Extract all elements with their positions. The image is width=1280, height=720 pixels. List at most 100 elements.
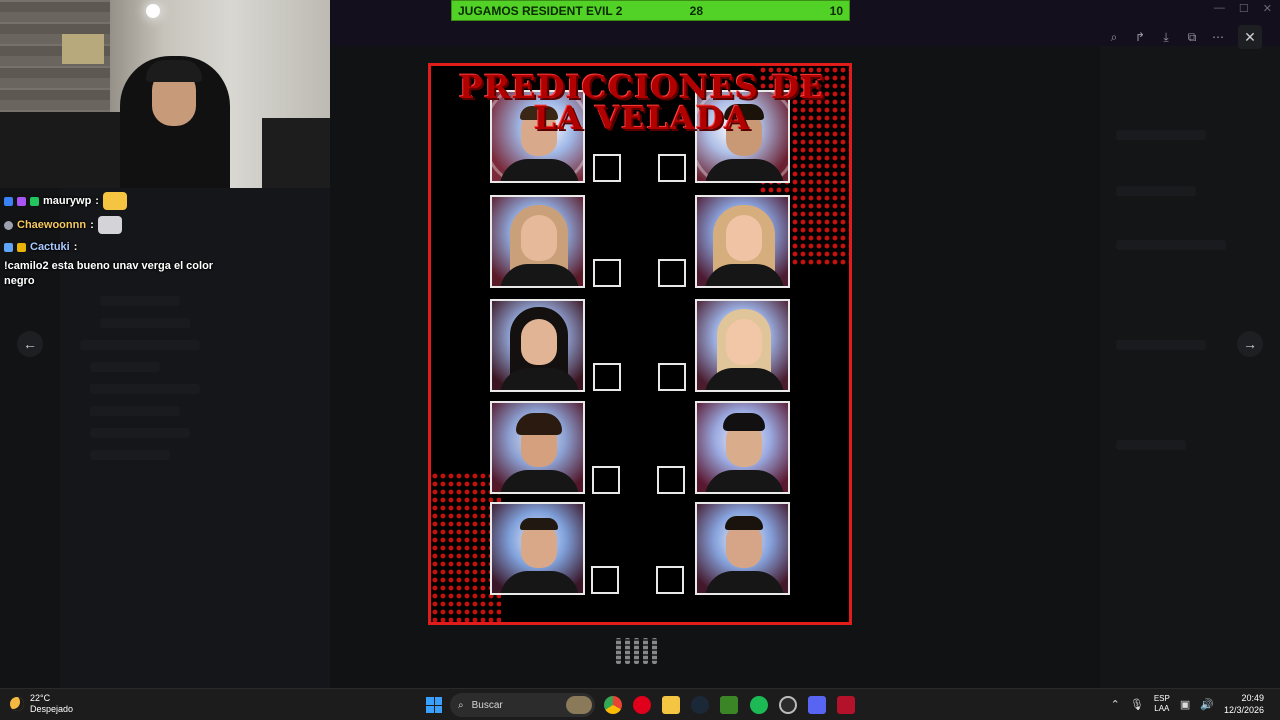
prediction-checkbox[interactable]: [592, 466, 620, 494]
windows-start-icon[interactable]: [426, 697, 442, 713]
background-row: [1116, 440, 1186, 450]
chat-separator: :: [73, 241, 78, 253]
prediction-checkbox[interactable]: [593, 363, 621, 391]
background-row: [100, 318, 190, 328]
window-controls: — ☐ ✕: [1214, 2, 1272, 15]
prediction-checkbox[interactable]: [593, 154, 621, 182]
prediction-checkbox[interactable]: [658, 363, 686, 391]
window-close-icon[interactable]: ✕: [1263, 2, 1272, 15]
chat-message: maurywp :: [4, 192, 324, 210]
prediction-checkbox[interactable]: [656, 566, 684, 594]
chat-message: Cactuki : !camilo2 esta bueno unav verga…: [4, 240, 219, 289]
opera-icon[interactable]: [633, 696, 651, 714]
clock-date: 12/3/2026: [1223, 705, 1264, 715]
emote-icon: [97, 216, 122, 234]
webcam-bed: [0, 112, 120, 188]
discord-icon[interactable]: [808, 696, 826, 714]
fighter-portrait: [490, 401, 585, 494]
chrome-icon[interactable]: [604, 696, 622, 714]
chat-text: !camilo2 esta bueno unav verga el color …: [4, 260, 214, 287]
widget-icon[interactable]: [566, 696, 592, 714]
thumbnail-strip[interactable]: [616, 638, 657, 664]
voicemeeter-icon[interactable]: [837, 696, 855, 714]
prediction-checkbox[interactable]: [658, 259, 686, 287]
close-viewer-button[interactable]: ✕: [1238, 25, 1262, 49]
search-placeholder: Buscar: [471, 699, 503, 711]
fighter-portrait: [490, 502, 585, 595]
badge-icon: [4, 220, 13, 230]
next-image-button[interactable]: →: [1237, 331, 1263, 357]
zoom-icon[interactable]: ⌕: [1104, 27, 1124, 47]
fighter-portrait: [695, 401, 790, 494]
background-row: [80, 340, 200, 350]
background-row: [1116, 186, 1196, 196]
card-title: PREDICCIONES DE LA VELADA: [458, 68, 826, 137]
background-row: [1116, 130, 1206, 140]
chat-username: Chaewoonnn: [17, 219, 87, 231]
clock[interactable]: 20:49 12/3/2026: [1224, 692, 1264, 716]
background-row: [100, 296, 180, 306]
webcam-streamer-cap: [146, 60, 202, 82]
banner-value-b: 10: [829, 3, 843, 18]
webcam-lamp: [146, 4, 160, 18]
background-row: [90, 428, 190, 438]
maximize-icon[interactable]: ☐: [1239, 2, 1249, 15]
previous-image-button[interactable]: ←: [17, 331, 43, 357]
moon-icon: [10, 697, 24, 711]
clock-time: 20:49: [1241, 693, 1264, 703]
forward-icon[interactable]: ↱: [1130, 27, 1150, 47]
prediction-checkbox[interactable]: [658, 154, 686, 182]
badge-icon: [4, 243, 13, 252]
background-row: [90, 384, 200, 394]
badge-icon: [4, 196, 13, 206]
app-icon[interactable]: [779, 696, 797, 714]
download-icon[interactable]: ⤓: [1156, 27, 1176, 47]
fighter-portrait: [695, 299, 790, 392]
fighter-portrait: [490, 299, 585, 392]
chat-separator: :: [90, 219, 94, 231]
language-indicator[interactable]: ESP LAA: [1154, 694, 1170, 714]
weather-desc: Despejado: [30, 704, 74, 714]
taskbar: 22°C Despejado ⌕ Buscar ⌃ 🎙 ESP LAA ▣ 🔊 …: [0, 688, 1280, 720]
spotify-icon[interactable]: [750, 696, 768, 714]
system-tray: ⌃ 🎙 ESP LAA ▣ 🔊 20:49 12/3/2026: [1111, 692, 1264, 716]
fighter-portrait: [490, 195, 585, 288]
weather-temp: 22°C: [30, 693, 51, 703]
weather-widget[interactable]: 22°C Despejado: [10, 693, 73, 715]
steam-icon[interactable]: [691, 696, 709, 714]
viewer-toolbar: ⌕ ↱ ⤓ ⧉ ⋯: [1104, 27, 1228, 47]
banner-title: JUGAMOS RESIDENT EVIL 2: [458, 3, 623, 18]
chevron-up-icon[interactable]: ⌃: [1111, 698, 1120, 711]
webcam-monitor: [262, 118, 330, 188]
banner-value-a: 28: [689, 3, 703, 18]
fighter-portrait: [695, 502, 790, 595]
emote-icon: [102, 192, 127, 210]
minimize-icon[interactable]: —: [1214, 2, 1225, 15]
prediction-card: PREDICCIONES DE LA VELADA: [428, 63, 852, 625]
open-external-icon[interactable]: ⧉: [1182, 27, 1202, 47]
badge-icon: [17, 196, 26, 206]
background-row: [1116, 340, 1206, 350]
network-icon[interactable]: ▣: [1180, 698, 1190, 711]
folder-icon[interactable]: [662, 696, 680, 714]
microphone-icon[interactable]: 🎙: [1130, 698, 1144, 711]
chat-overlay: maurywp : Chaewoonnn : Cactuki : !camilo…: [4, 192, 324, 295]
language-code: ESP: [1153, 694, 1170, 703]
chat-separator: :: [95, 195, 99, 207]
prediction-checkbox[interactable]: [593, 259, 621, 287]
prediction-checkbox[interactable]: [591, 566, 619, 594]
badge-icon: [30, 196, 39, 206]
prediction-checkbox[interactable]: [657, 466, 685, 494]
more-icon[interactable]: ⋯: [1208, 27, 1228, 47]
badge-icon: [17, 243, 26, 252]
volume-icon[interactable]: 🔊: [1200, 698, 1214, 711]
chat-username: maurywp: [43, 195, 92, 207]
background-row: [90, 362, 160, 372]
webcam-poster: [62, 34, 104, 64]
chat-message: Chaewoonnn :: [4, 216, 324, 234]
xbox-game-icon[interactable]: [720, 696, 738, 714]
search-icon: ⌕: [458, 699, 464, 711]
background-row: [90, 450, 170, 460]
fighter-portrait: [695, 195, 790, 288]
webcam-feed: [0, 0, 330, 188]
